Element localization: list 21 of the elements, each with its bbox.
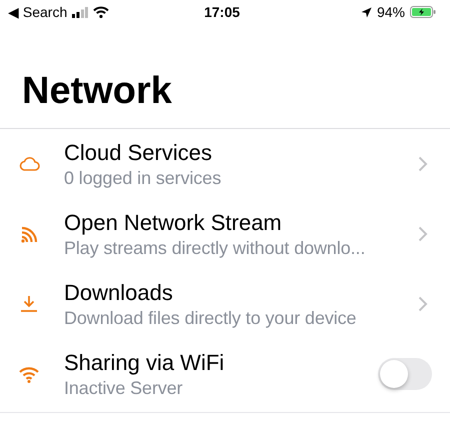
chevron-icon [418,226,428,242]
download-icon [18,293,40,315]
signal-icon [72,6,88,18]
item-subtitle: Download files directly to your device [64,306,358,330]
item-title[interactable]: Sharing via WiFi [64,348,378,376]
back-link[interactable]: ◀ Search [8,4,68,20]
page-title: Network [0,24,450,129]
battery-percentage: 94% [376,4,405,20]
item-title[interactable]: Downloads [64,278,412,306]
location-arrow-icon [360,6,372,18]
item-subtitle: Play streams directly without downlo... [64,236,366,260]
item-title[interactable]: Cloud Services [64,138,412,166]
item-subtitle: 0 logged in services [64,166,222,190]
status-time: 17:05 [204,4,240,20]
item-subtitle: Inactive Server [64,376,184,400]
chevron-icon [418,156,428,172]
toggle-switch[interactable] [378,358,432,390]
item-title[interactable]: Open Network Stream [64,208,412,236]
wifi-icon [93,6,110,18]
battery-charging-icon [410,6,436,18]
chevron-icon [418,296,428,312]
